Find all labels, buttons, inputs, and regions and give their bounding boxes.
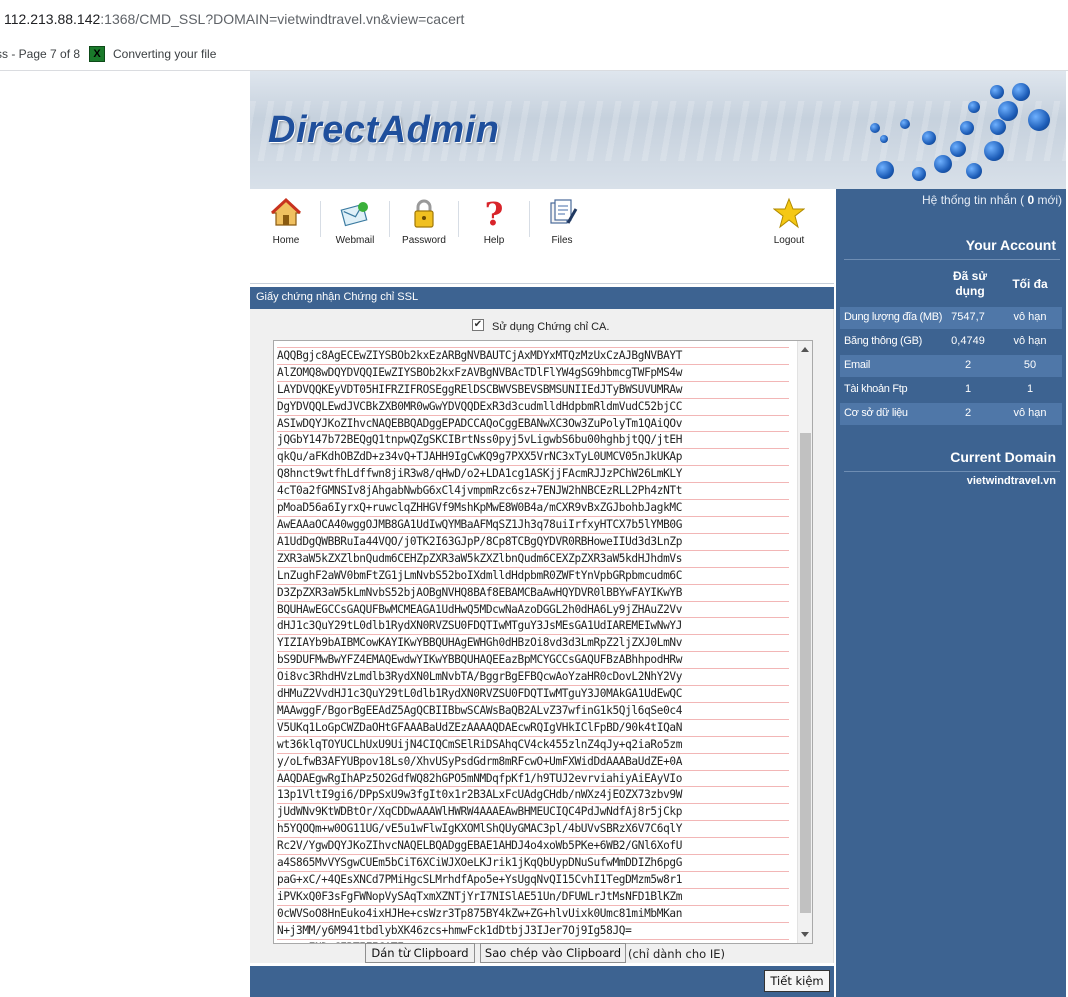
usage-row-disk: Dung lượng đĩa (MB) 7547,7 vô hạn [840, 307, 1062, 329]
scroll-thumb[interactable] [800, 433, 811, 913]
cert-line-partial [277, 341, 789, 348]
section-title: Giấy chứng nhận Chứng chỉ SSL [256, 291, 419, 303]
scroll-up-icon[interactable] [801, 347, 809, 352]
textarea-scrollbar[interactable] [797, 341, 812, 943]
cert-line: 13p1VltI9gi6/DPpSxU9w3fgIt0x1r2B3ALxFcUA… [277, 787, 789, 805]
section-title-bar: Giấy chứng nhận Chứng chỉ SSL [250, 287, 834, 309]
help-button[interactable]: ? Help [462, 195, 526, 251]
home-button[interactable]: Home [254, 195, 318, 251]
main-toolbar: Home Webmail Password ? Help Files Logou… [250, 189, 834, 253]
cert-line: Rc2V/YgwDQYJKoZIhvcNAQELBQADggEBAE1AHDJ4… [277, 838, 789, 856]
cert-line: MAAwggF/BgorBgEEAdZ5AgQCBIIBbwSCAWsBaQB2… [277, 703, 789, 720]
cert-line: bS9DUFMwBwYFZ4EMAQEwdwYIKwYBBQUHAQEEazBp… [277, 652, 789, 670]
files-icon [550, 199, 578, 224]
cert-line: AwEAAaOCA40wggOJMB8GA1UdIwQYMBaAFMqSZ1Jh… [277, 517, 789, 534]
cert-line: iPVKxQ0F3sFgFWNopVySAqTxmXZNTjYrI7NISlAE… [277, 889, 789, 906]
ie-note: (chỉ dành cho IE) [628, 947, 725, 961]
cert-line: dHJ1c3QuY29tL0dlb1RydXN0RVZSU0FDQTIwMTgu… [277, 618, 789, 636]
usage-row-bandwidth: Băng thông (GB) 0,4749 vô hạn [844, 335, 1047, 347]
usage-row-ftp: Tài khoản Ftp 1 1 [844, 383, 1034, 395]
cert-line: LnZughF2aWV0bmFtZG1jLmNvbS52boIXdmlldHdp… [277, 568, 789, 585]
cert-line: 4cT0a2fGMNSIv8jAhgabNwbG6xCl4jvmpmRzc6sz… [277, 483, 789, 501]
your-account-heading: Your Account [965, 237, 1056, 253]
cert-line: y/oLfwB3AFYUBpov18Ls0/XhvUSyPsdGdrm8mRFc… [277, 754, 789, 771]
star-icon [773, 197, 805, 229]
usage-row-email: Email 2 50 [840, 355, 1062, 377]
address-bar[interactable]: 112.213.88.142:1368/CMD_SSL?DOMAIN=vietw… [0, 0, 1068, 38]
cert-line: DgYDVQQLEwdJVCBkZXB0MR0wGwYDVQQDExR3d3cu… [277, 399, 789, 416]
cert-line: A1UdDgQWBBRuIa44VQO/j0TK2I63GJpP/8Cp8TCB… [277, 534, 789, 551]
current-domain-heading: Current Domain [950, 449, 1056, 465]
cert-line: paG+xC/+4QEsXNCd7PMiHgcSLMrhdfApo5e+YsUg… [277, 872, 789, 889]
scroll-down-icon[interactable] [801, 932, 809, 937]
cert-line: YIZIAYb9bAIBMCowKAYIKwYBBQUHAgEWHGh0dHBz… [277, 635, 789, 653]
cert-line: wt36klqTOYUCLhUxU9UijN4CIQCmSElRiDSAhqCV… [277, 737, 789, 754]
files-button[interactable]: Files [530, 195, 594, 251]
svg-text:?: ? [485, 197, 504, 229]
use-ca-checkbox[interactable]: ✔ [472, 319, 484, 331]
excel-icon: X [89, 46, 105, 62]
cert-line: Oi8vc3RhdHVzLmdlb3RydXN0LmNvbTA/BggrBgEF… [277, 669, 789, 687]
cert-line: dHMuZ2VvdHJ1c3QuY29tL0dlb1RydXN0RVZSU0FD… [277, 686, 789, 703]
cert-line: AlZOMQ8wDQYDVQQIEwZIYSBOb2kxFzAVBgNVBAcT… [277, 365, 789, 382]
cert-line: jUdWNv9KtWDBtOr/XqCDDwAAAWlHWRW4AAAEAwBH… [277, 804, 789, 822]
form-footer-bar: Tiết kiệm [250, 966, 834, 997]
certificate-text: AQQBgjc8AgECEwZIYSBOb2kxEzARBgNVBAUTCjAx… [277, 341, 789, 943]
logout-button[interactable]: Logout [757, 195, 821, 251]
use-ca-label: Sử dụng Chứng chỉ CA. [492, 321, 610, 333]
password-button[interactable]: Password [392, 195, 456, 251]
current-domain-link[interactable]: vietwindtravel.vn [967, 475, 1056, 487]
paste-clipboard-button[interactable]: Dán từ Clipboard [365, 943, 475, 963]
col-used: Đã sử dụng [952, 269, 988, 298]
usage-row-database: Cơ sở dữ liệu 2 vô hạn [840, 403, 1062, 425]
cert-line: Q8hnct9wtfhLdffwn8jiR3w8/qHwD/o2+LDA1cg1… [277, 466, 789, 484]
copy-clipboard-button[interactable]: Sao chép vào Clipboard [480, 943, 626, 963]
cert-line: D3ZpZXR3aW5kLmNvbS52bjAOBgNVHQ8BAf8EBAMC… [277, 585, 789, 602]
save-button[interactable]: Tiết kiệm [764, 970, 830, 992]
cert-line: LAYDVQQKEyVDT05HIFRZIFROSEggRElDSCBWVSBE… [277, 382, 789, 399]
col-max: Tối đa [1012, 277, 1048, 291]
bookmarks-bar: ss - Page 7 of 8 X Converting your file [0, 38, 1068, 71]
cert-line: N+j3MM/y6M941tbdlybXK46zcs+hmwFck1dDtbjJ… [277, 923, 789, 940]
cert-line: BQUHAwEGCCsGAQUFBwMCMEAGA1UdHwQ5MDcwNaAz… [277, 602, 789, 619]
certificate-form: ✔ Sử dụng Chứng chỉ CA. AQQBgjc8AgECEwZI… [250, 309, 834, 963]
directadmin-page: DirectAdmin Home Webmail Password ? Help… [250, 71, 1066, 997]
cert-line: pMoaD56a6IyrxQ+ruwclqZHHGVf9MshKpMwE8W0B… [277, 500, 789, 517]
mail-icon [340, 202, 368, 227]
cert-line: h5YQOQm+w0OG11UG/vE5u1wFlwIgKXOMlShQUyGM… [277, 821, 789, 839]
home-icon [270, 197, 302, 226]
messages-link[interactable]: Hệ thống tin nhắn ( 0 mới) [922, 193, 1062, 207]
cert-line: jQGbY147b72BEQgQ1tnpwQZgSKCIBrtNss0pyj5v… [277, 432, 789, 450]
bookmark-converting[interactable]: Converting your file [113, 47, 216, 61]
cert-line: AQQBgjc8AgECEwZIYSBOb2kxEzARBgNVBAUTCjAx… [277, 348, 789, 365]
help-icon: ? [485, 197, 504, 229]
cert-line: ZXR3aW5kZXZlbnQudm6CEHZpZXR3aW5kZXZlbnQu… [277, 551, 789, 568]
directadmin-logo: DirectAdmin [268, 109, 500, 151]
header-banner: DirectAdmin [250, 71, 1066, 189]
cert-line: qkQu/aFKdhOBZdD+z34vQ+TJAHH9IgCwKQ9g7PXX… [277, 449, 789, 467]
cert-line: a4S865MvVYSgwCUEm5bCiT6XCiWJXOeLKJrik1jK… [277, 855, 789, 872]
url-text[interactable]: 112.213.88.142:1368/CMD_SSL?DOMAIN=vietw… [4, 11, 464, 27]
account-sidebar: Hệ thống tin nhắn ( 0 mới) Your Account … [836, 189, 1066, 997]
bookmark-page[interactable]: ss - Page 7 of 8 [0, 47, 80, 61]
cert-line: 0cWVSoO8HnEuko4ixHJHe+csWzr3Tp875BY4kZw+… [277, 906, 789, 923]
cert-line: V5UKq1LoGpCWZDaOHtGFAAABaUdZEzAAAAQDAEcw… [277, 720, 789, 737]
cert-line: ASIwDQYJKoZIhvcNAQEBBQADggEPADCCAQoCggEB… [277, 416, 789, 433]
cert-line: AAQDAEgwRgIhAPz5O2GdfWQ82hGPO5mNMDqfpKf1… [277, 771, 789, 788]
lock-icon [414, 199, 434, 228]
webmail-button[interactable]: Webmail [323, 195, 387, 251]
certificate-textarea[interactable]: AQQBgjc8AgECEwZIYSBOb2kxEzARBgNVBAUTCjAx… [273, 340, 813, 944]
